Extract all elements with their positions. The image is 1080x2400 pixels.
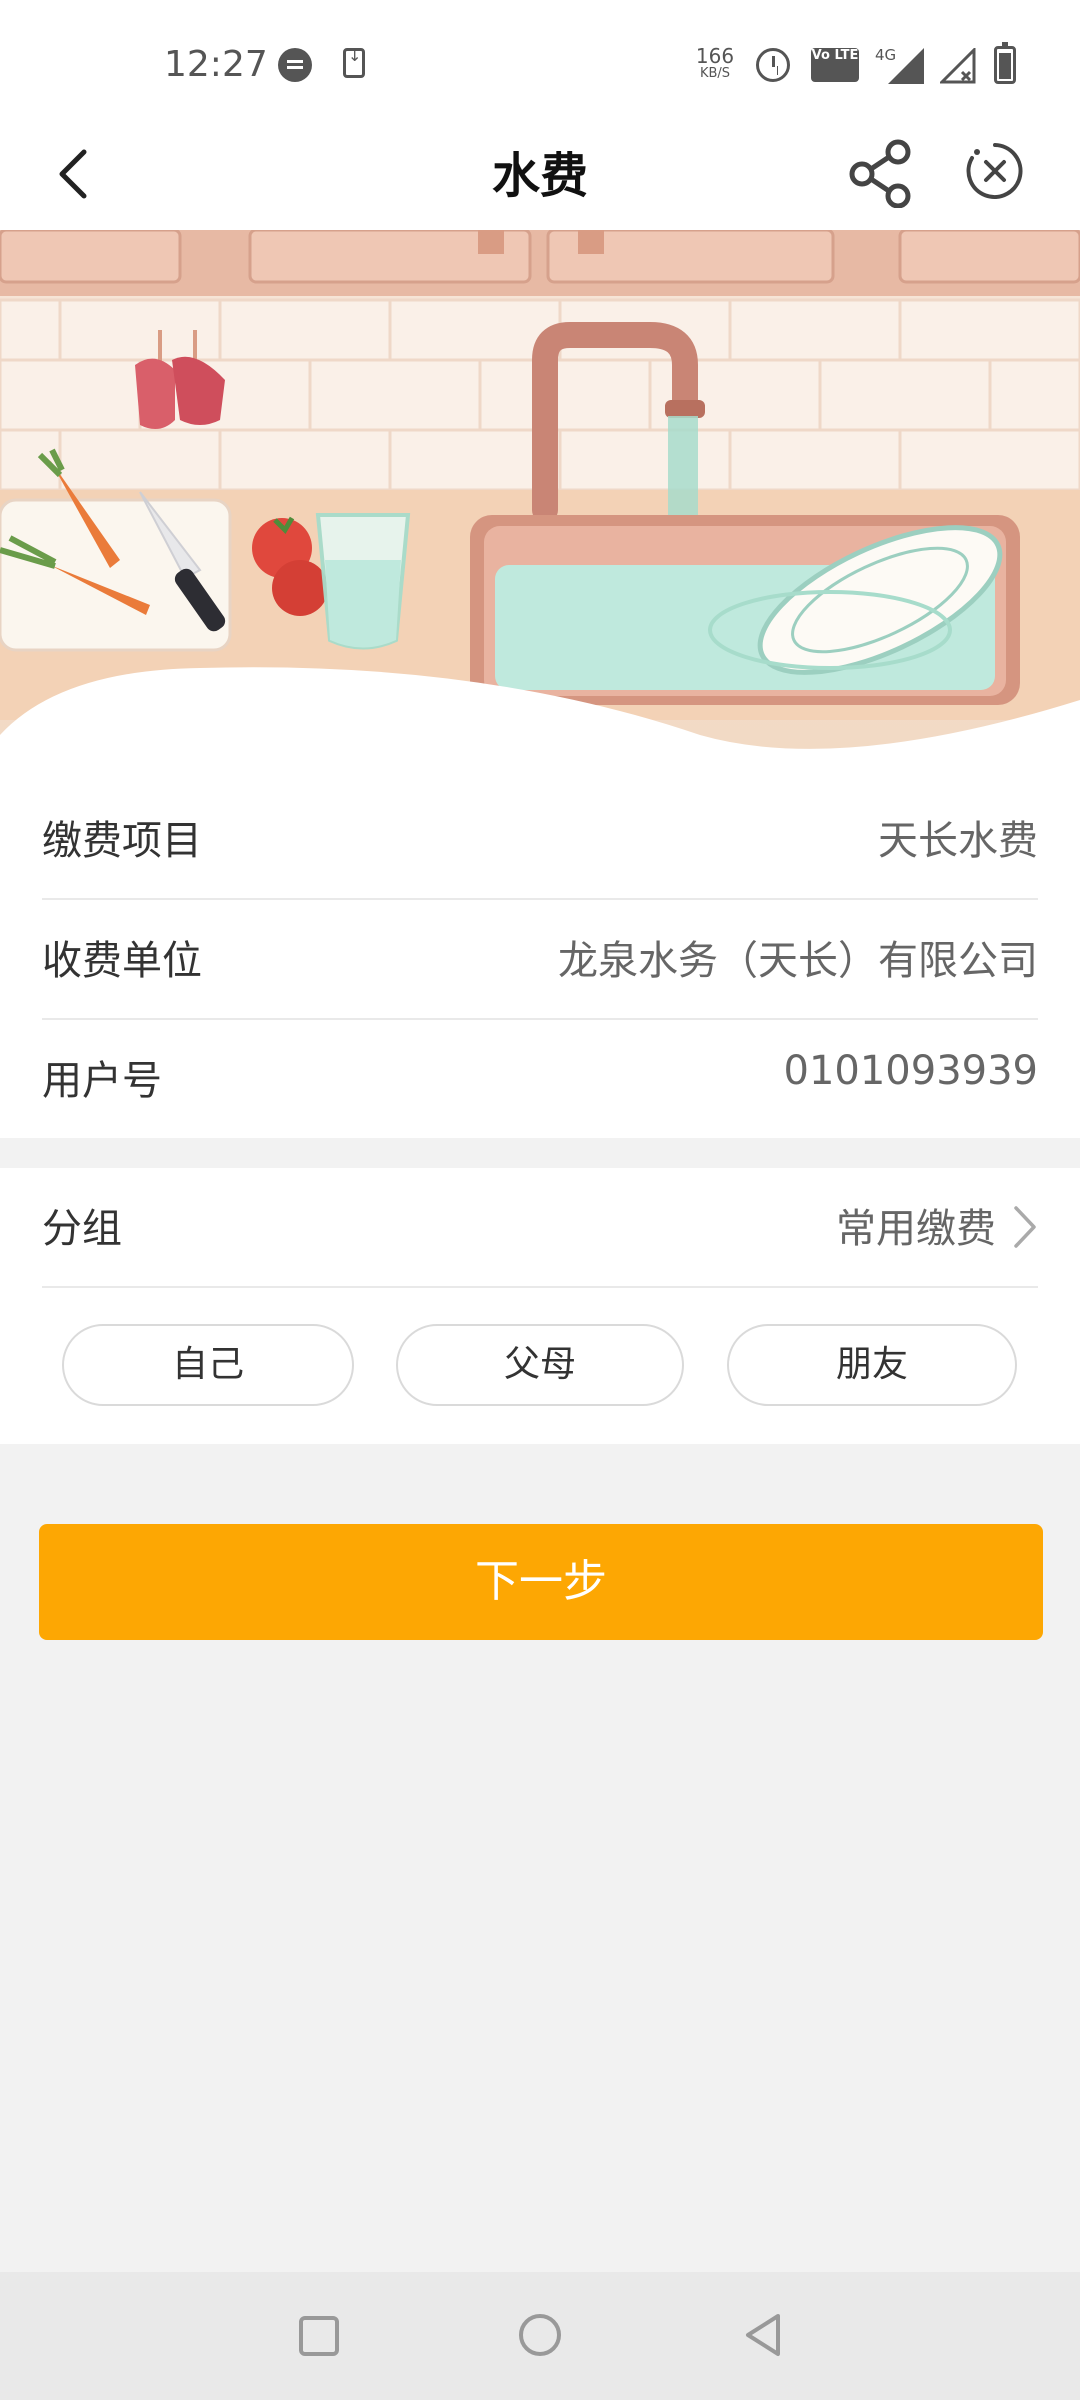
payment-info-card: 缴费项目 天长水费 收费单位 龙泉水务（天长）有限公司 用户号 01010939…	[0, 780, 1080, 1138]
account-number-label: 用户号	[42, 1058, 162, 1104]
group-option-parents[interactable]: 父母	[396, 1324, 684, 1406]
home-icon[interactable]	[519, 2314, 561, 2356]
payment-item-value: 天长水费	[878, 818, 1038, 864]
group-row[interactable]: 分组 常用缴费	[42, 1168, 1038, 1288]
banner-image	[0, 230, 1080, 785]
group-option-self[interactable]: 自己	[62, 1324, 354, 1406]
system-nav-bar	[0, 2272, 1080, 2400]
account-number-row: 用户号 0101093939	[42, 1020, 1038, 1140]
status-bar: 12:27 166KB/S Vo LTE 4G	[0, 0, 1080, 118]
chevron-right-icon	[1014, 1206, 1036, 1248]
close-icon[interactable]	[964, 140, 1026, 202]
payment-item-label: 缴费项目	[42, 818, 202, 864]
system-back-icon[interactable]	[740, 2312, 786, 2358]
kitchen-sink-illustration	[0, 230, 1080, 785]
account-number-value: 0101093939	[783, 1048, 1039, 1094]
billing-unit-value: 龙泉水务（天长）有限公司	[558, 938, 1038, 984]
battery-icon	[994, 42, 1016, 84]
signal-icon	[888, 48, 924, 84]
net-speed: 166 KB/S	[692, 46, 738, 82]
group-label: 分组	[42, 1206, 122, 1252]
group-option-friends[interactable]: 朋友	[727, 1324, 1017, 1406]
group-card: 分组 常用缴费 自己 父母 朋友	[0, 1168, 1080, 1444]
alarm-icon	[756, 48, 790, 82]
group-value: 常用缴费	[836, 1206, 996, 1252]
nav-bar: 水费	[0, 118, 1080, 230]
status-time: 12:27	[164, 44, 268, 85]
volte-icon: Vo LTE	[811, 48, 859, 82]
billing-unit-row: 收费单位 龙泉水务（天长）有限公司	[42, 900, 1038, 1020]
payment-item-row: 缴费项目 天长水费	[42, 780, 1038, 900]
recent-apps-icon[interactable]	[299, 2316, 339, 2356]
next-step-button[interactable]: 下一步	[39, 1524, 1043, 1640]
share-icon[interactable]	[848, 138, 914, 208]
billing-unit-label: 收费单位	[42, 938, 202, 984]
page-title: 水费	[491, 148, 588, 204]
signal-no-sim-icon	[940, 48, 976, 84]
download-icon	[343, 46, 365, 78]
message-icon	[278, 48, 312, 82]
